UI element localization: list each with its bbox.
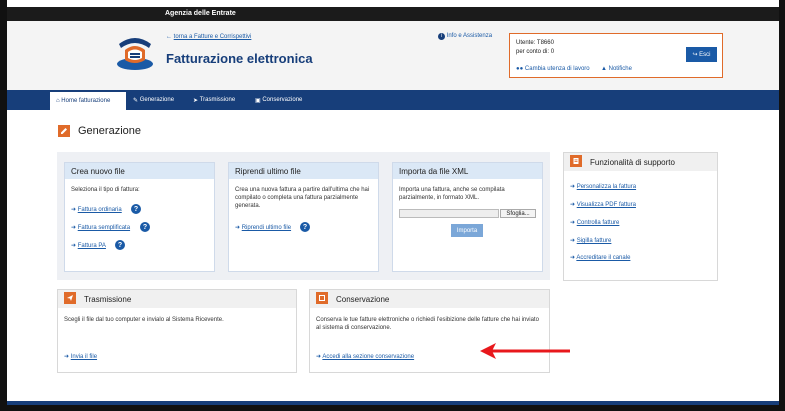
notifiche-text[interactable]: Notifiche	[609, 66, 632, 72]
send-icon: ➤	[193, 97, 200, 104]
back-link[interactable]: ← torna a Fatture e Corrispettivi	[166, 34, 251, 40]
notifiche-link[interactable]: ▲ Notifiche	[601, 66, 632, 72]
link-accreditare-canale[interactable]: ➜ Accreditare il canale	[570, 254, 630, 262]
arrow-right-icon: ➜	[64, 354, 71, 360]
user-label: Utente: T8660	[516, 40, 554, 46]
file-path-input[interactable]	[399, 209, 499, 218]
bell-icon: ▲	[601, 66, 609, 72]
help-icon[interactable]: ?	[140, 222, 150, 232]
conservazione-title: Conservazione	[310, 290, 549, 308]
link-accedi-conservazione[interactable]: ➜ Accedi alla sezione conservazione	[316, 353, 414, 361]
trasmissione-desc: Scegli il file dal tuo computer e invial…	[64, 317, 224, 323]
document-icon	[570, 155, 582, 167]
arrow-right-icon: ➜	[71, 225, 78, 231]
arrow-right-icon: ➜	[570, 220, 577, 226]
conservazione-desc: Conserva le tue fatture elettroniche o r…	[316, 317, 539, 331]
tab-trasmissione-label: Trasmissione	[199, 97, 236, 103]
crea-card-title: Crea nuovo file	[65, 163, 214, 179]
archive-icon: ▣	[255, 97, 263, 104]
cambia-utenza-link[interactable]: ●● Cambia utenza di lavoro	[516, 66, 590, 72]
page-header-title: Fatturazione elettronica	[166, 51, 313, 66]
sfoglia-button[interactable]: Sfoglia...	[500, 209, 536, 218]
logout-icon: ↪	[692, 52, 700, 58]
tab-trasmissione[interactable]: ➤ Trasmissione	[193, 90, 235, 110]
tab-home-fatturazione[interactable]: ⌂ Home fatturazione	[50, 92, 126, 110]
help-icon[interactable]: ?	[115, 240, 125, 250]
arrow-right-icon: ➜	[71, 243, 78, 249]
right-black-border	[779, 0, 785, 411]
info-link[interactable]: i Info e Assistenza	[438, 33, 492, 40]
back-link-text[interactable]: torna a Fatture e Corrispettivi	[174, 34, 252, 40]
esci-button[interactable]: ↪ Esci	[686, 47, 717, 62]
agenzia-logo-icon[interactable]	[113, 30, 157, 74]
arrow-right-icon: ➜	[570, 202, 577, 208]
trasmissione-title: Trasmissione	[58, 290, 296, 308]
pencil-icon: ✎	[133, 97, 140, 104]
tab-conservazione-label: Conservazione	[262, 97, 303, 103]
fattura-pa-text[interactable]: Fattura PA	[78, 243, 106, 249]
fattura-ordinaria-text[interactable]: Fattura ordinaria	[78, 207, 122, 213]
importa-desc: Importa una fattura, anche se compilata …	[399, 187, 505, 201]
info-link-text[interactable]: Info e Assistenza	[447, 33, 492, 39]
link-visualizza-pdf[interactable]: ➜ Visualizza PDF fattura	[570, 201, 636, 209]
tab-home-label: Home fatturazione	[61, 98, 111, 104]
help-icon[interactable]: ?	[131, 204, 141, 214]
visualizza-pdf-text[interactable]: Visualizza PDF fattura	[577, 202, 636, 208]
invia-file-text[interactable]: Invia il file	[71, 354, 97, 360]
link-controlla-fatture[interactable]: ➜ Controlla fatture	[570, 219, 619, 227]
link-fattura-pa[interactable]: ➜ Fattura PA	[71, 242, 106, 250]
riprendi-ultimo-file-card: Riprendi ultimo file	[228, 162, 379, 272]
bottom-black-border	[0, 405, 785, 411]
users-icon: ●●	[516, 66, 525, 72]
info-icon: i	[438, 33, 445, 40]
link-sigilla-fatture[interactable]: ➜ Sigilla fatture	[570, 237, 611, 245]
fattura-semplificata-text[interactable]: Fattura semplificata	[78, 225, 130, 231]
accreditare-text[interactable]: Accreditare il canale	[576, 255, 630, 261]
controlla-text[interactable]: Controlla fatture	[577, 220, 620, 226]
cambia-utenza-text[interactable]: Cambia utenza di lavoro	[525, 66, 590, 72]
archive-icon	[316, 292, 328, 304]
arrow-right-icon: ➜	[570, 238, 577, 244]
brand-label: Agenzia delle Entrate	[165, 10, 236, 17]
tab-conservazione[interactable]: ▣ Conservazione	[255, 90, 302, 110]
tab-generazione[interactable]: ✎ Generazione	[133, 90, 174, 110]
link-fattura-ordinaria[interactable]: ➜ Fattura ordinaria	[71, 206, 122, 214]
sigilla-text[interactable]: Sigilla fatture	[577, 238, 612, 244]
send-icon	[64, 292, 76, 304]
link-fattura-semplificata[interactable]: ➜ Fattura semplificata	[71, 224, 130, 232]
importa-button[interactable]: Importa	[451, 224, 483, 237]
riprendi-link-text[interactable]: Riprendi ultimo file	[242, 225, 291, 231]
help-icon[interactable]: ?	[300, 222, 310, 232]
tab-generazione-label: Generazione	[139, 97, 175, 103]
main-nav: ⌂ Home fatturazione ✎ Generazione ➤ Tras…	[7, 90, 779, 110]
arrow-right-icon: ➜	[235, 225, 242, 231]
link-invia-file[interactable]: ➜ Invia il file	[64, 353, 97, 361]
supporto-title: Funzionalità di supporto	[564, 153, 717, 171]
conto-label: per conto di: 0	[516, 49, 555, 55]
arrow-right-icon: ➜	[71, 207, 78, 213]
riprendi-card-title: Riprendi ultimo file	[229, 163, 378, 179]
crea-subtitle: Seleziona il tipo di fattura:	[71, 187, 140, 193]
red-annotation-arrow-icon	[480, 343, 570, 359]
crea-nuovo-file-card: Crea nuovo file	[64, 162, 215, 272]
back-arrow-icon: ←	[166, 34, 174, 40]
generazione-pencil-icon	[58, 125, 70, 137]
link-riprendi-ultimo-file[interactable]: ➜ Riprendi ultimo file	[235, 224, 291, 232]
left-black-border	[0, 0, 7, 411]
personalizza-text[interactable]: Personalizza la fattura	[577, 184, 636, 190]
link-personalizza-fattura[interactable]: ➜ Personalizza la fattura	[570, 183, 636, 191]
riprendi-desc: Crea una nuova fattura a partire dall'ul…	[235, 187, 370, 209]
esci-label: Esci	[699, 51, 711, 58]
arrow-right-icon: ➜	[570, 184, 577, 190]
importa-card-title: Importa da file XML	[393, 163, 542, 179]
page-title: Generazione	[78, 125, 141, 137]
accedi-conservazione-text[interactable]: Accedi alla sezione conservazione	[322, 354, 414, 360]
top-bar: Agenzia delle Entrate	[7, 7, 779, 21]
